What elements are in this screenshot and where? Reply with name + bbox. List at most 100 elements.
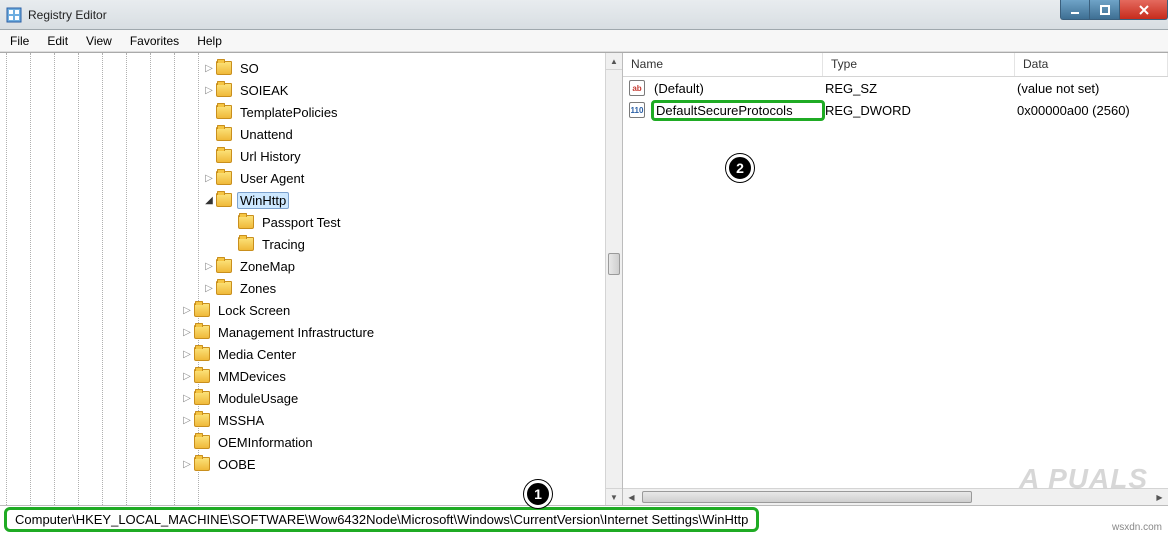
value-data: (value not set)	[1017, 81, 1168, 96]
folder-icon	[216, 149, 232, 163]
values-horizontal-scrollbar[interactable]: ◀ ▶	[623, 488, 1168, 505]
folder-icon	[216, 61, 232, 75]
menu-file[interactable]: File	[10, 34, 29, 48]
collapse-icon[interactable]: ◢	[202, 195, 216, 206]
expand-icon[interactable]: ▷	[180, 415, 194, 426]
maximize-icon	[1100, 5, 1110, 15]
column-header-type[interactable]: Type	[823, 53, 1015, 76]
value-row[interactable]: 110DefaultSecureProtocolsREG_DWORD0x0000…	[623, 99, 1168, 121]
close-button[interactable]	[1120, 0, 1168, 20]
value-data: 0x00000a00 (2560)	[1017, 103, 1168, 118]
value-name: (Default)	[651, 80, 825, 97]
scroll-left-arrow-icon[interactable]: ◀	[623, 489, 640, 505]
tree-item[interactable]: ▷ ModuleUsage	[4, 387, 622, 409]
window-controls	[1060, 0, 1168, 20]
scroll-track[interactable]	[640, 489, 1151, 505]
scroll-thumb[interactable]	[608, 253, 620, 275]
menu-edit[interactable]: Edit	[47, 34, 68, 48]
tree-item-label: Unattend	[237, 126, 296, 143]
tree-item-label: Lock Screen	[215, 302, 293, 319]
tree-item[interactable]: Url History	[4, 145, 622, 167]
menu-favorites[interactable]: Favorites	[130, 34, 179, 48]
tree-item-label: Media Center	[215, 346, 299, 363]
folder-icon	[216, 127, 232, 141]
tree-item-label: Url History	[237, 148, 304, 165]
expand-icon[interactable]: ▷	[180, 393, 194, 404]
scroll-up-arrow-icon[interactable]: ▲	[606, 53, 622, 70]
registry-tree[interactable]: ▷SO▷SOIEAKTemplatePoliciesUnattendUrl Hi…	[0, 53, 622, 479]
tree-item[interactable]: ▷Zones	[4, 277, 622, 299]
tree-item-label: SOIEAK	[237, 82, 291, 99]
expand-icon[interactable]: ▷	[180, 349, 194, 360]
tree-item[interactable]: ▷ SOIEAK	[4, 79, 622, 101]
tree-item[interactable]: ▷ZoneMap	[4, 255, 622, 277]
string-value-icon: ab	[629, 80, 645, 96]
window-title: Registry Editor	[28, 8, 107, 22]
tree-item[interactable]: ▷ Lock Screen	[4, 299, 622, 321]
close-icon	[1138, 4, 1150, 16]
menu-view[interactable]: View	[86, 34, 112, 48]
tree-item[interactable]: ▷ User Agent	[4, 167, 622, 189]
tree-item[interactable]: Tracing	[4, 233, 622, 255]
tree-item-label: OEMInformation	[215, 434, 316, 451]
folder-icon	[216, 105, 232, 119]
expand-icon[interactable]: ▷	[202, 173, 216, 184]
tree-item[interactable]: ▷ OOBE	[4, 453, 622, 475]
tree-item-label: Management Infrastructure	[215, 324, 377, 341]
scroll-right-arrow-icon[interactable]: ▶	[1151, 489, 1168, 505]
tree-item[interactable]: ▷ Management Infrastructure	[4, 321, 622, 343]
column-header-name[interactable]: Name	[623, 53, 823, 76]
expand-icon[interactable]: ▷	[180, 371, 194, 382]
value-name: DefaultSecureProtocols	[651, 100, 825, 121]
credit-text: wsxdn.com	[1112, 522, 1162, 533]
values-list[interactable]: ab (Default)REG_SZ(value not set) 110Defau…	[623, 77, 1168, 121]
expand-icon[interactable]: ▷	[202, 261, 216, 272]
expand-icon[interactable]: ▷	[202, 85, 216, 96]
values-header: Name Type Data	[623, 53, 1168, 77]
minimize-button[interactable]	[1060, 0, 1090, 20]
tree-item-label: TemplatePolicies	[237, 104, 341, 121]
folder-icon	[194, 369, 210, 383]
annotation-badge-2: 2	[726, 154, 754, 182]
folder-icon	[238, 215, 254, 229]
value-type: REG_DWORD	[825, 103, 1017, 118]
expand-icon[interactable]: ▷	[202, 63, 216, 74]
tree-item[interactable]: ▷MSSHA	[4, 409, 622, 431]
tree-item[interactable]: Passport Test	[4, 211, 622, 233]
tree-item[interactable]: ▷ MMDevices	[4, 365, 622, 387]
title-bar: Registry Editor	[0, 0, 1168, 30]
folder-icon	[216, 83, 232, 97]
tree-item-label: ModuleUsage	[215, 390, 301, 407]
column-header-data[interactable]: Data	[1015, 53, 1168, 76]
tree-item[interactable]: TemplatePolicies	[4, 101, 622, 123]
tree-item-label: OOBE	[215, 456, 259, 473]
expand-icon[interactable]: ▷	[180, 459, 194, 470]
folder-icon	[194, 347, 210, 361]
maximize-button[interactable]	[1090, 0, 1120, 20]
expand-icon[interactable]: ▷	[180, 305, 194, 316]
folder-icon	[238, 237, 254, 251]
status-bar: Computer\HKEY_LOCAL_MACHINE\SOFTWARE\Wow…	[0, 505, 1168, 533]
folder-icon	[216, 259, 232, 273]
scroll-down-arrow-icon[interactable]: ▼	[606, 488, 622, 505]
tree-item-label: MMDevices	[215, 368, 289, 385]
folder-icon	[194, 303, 210, 317]
app-icon	[6, 7, 22, 23]
expand-icon[interactable]: ▷	[180, 327, 194, 338]
tree-item-label: User Agent	[237, 170, 307, 187]
tree-vertical-scrollbar[interactable]: ▲ ▼	[605, 53, 622, 505]
tree-item[interactable]: OEMInformation	[4, 431, 622, 453]
scroll-thumb-horizontal[interactable]	[642, 491, 972, 503]
tree-item[interactable]: ▷SO	[4, 57, 622, 79]
tree-item[interactable]: Unattend	[4, 123, 622, 145]
menu-help[interactable]: Help	[197, 34, 222, 48]
value-type: REG_SZ	[825, 81, 1017, 96]
tree-item[interactable]: ◢WinHttp	[4, 189, 622, 211]
folder-icon	[216, 193, 232, 207]
tree-item-label: Tracing	[259, 236, 308, 253]
tree-item[interactable]: ▷ Media Center	[4, 343, 622, 365]
value-row[interactable]: ab (Default)REG_SZ(value not set)	[623, 77, 1168, 99]
tree-item-label: Passport Test	[259, 214, 344, 231]
expand-icon[interactable]: ▷	[202, 283, 216, 294]
folder-icon	[194, 457, 210, 471]
